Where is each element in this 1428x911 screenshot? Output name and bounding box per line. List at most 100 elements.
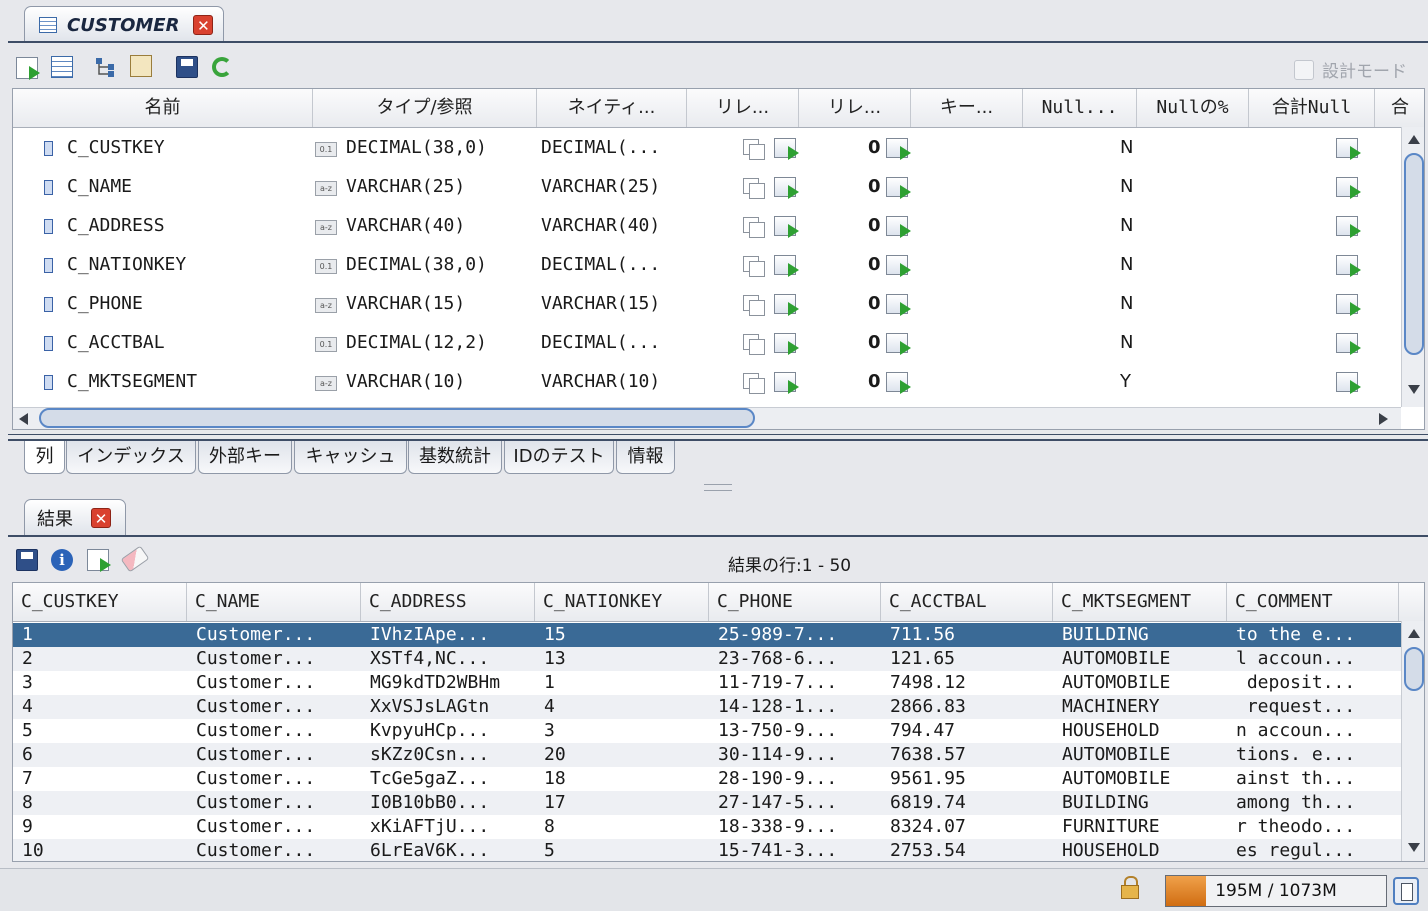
columns-header-0[interactable]: 名前 <box>13 89 313 127</box>
columns-header-9[interactable]: 合 <box>1375 89 1424 127</box>
open-null-stats-icon[interactable] <box>1336 177 1361 199</box>
info-icon[interactable]: i <box>51 549 73 571</box>
columns-header-3[interactable]: リレ... <box>687 89 799 127</box>
column-row[interactable]: C_NATIONKEY 0.1 DECIMAL(38,0) DECIMAL(... 0 N <box>13 248 1401 284</box>
results-row[interactable]: 8 Customer... I0B10bB0... 17 27-147-5... 6819… <box>13 791 1401 815</box>
close-tab-icon[interactable]: ✕ <box>193 15 214 35</box>
columns-scroll-thumb[interactable] <box>1404 153 1424 355</box>
columns-hscroll-thumb[interactable] <box>39 408 755 428</box>
scroll-down-arrow-icon[interactable] <box>1408 385 1420 394</box>
open-null-stats-icon[interactable] <box>1336 216 1361 238</box>
columns-header-5[interactable]: キー... <box>911 89 1023 127</box>
open-relation-icon[interactable] <box>886 216 911 238</box>
column-row[interactable]: C_PHONE a-z VARCHAR(15) VARCHAR(15) 0 N <box>13 287 1401 323</box>
results-vertical-scrollbar[interactable] <box>1401 621 1424 861</box>
copy-icon[interactable] <box>743 334 765 355</box>
properties-icon[interactable] <box>130 55 152 77</box>
results-header-5[interactable]: C_ACCTBAL <box>881 583 1053 621</box>
open-relation-icon[interactable] <box>774 177 799 199</box>
column-row[interactable]: C_NAME a-z VARCHAR(25) VARCHAR(25) 0 N <box>13 170 1401 206</box>
open-null-stats-icon[interactable] <box>1336 255 1361 277</box>
open-null-stats-icon[interactable] <box>1336 372 1361 394</box>
results-header-4[interactable]: C_PHONE <box>709 583 881 621</box>
tab-detail-5[interactable]: IDのテスト <box>504 441 614 474</box>
results-header-7[interactable]: C_COMMENT <box>1227 583 1399 621</box>
columns-header-8[interactable]: 合計Null <box>1249 89 1375 127</box>
design-mode-checkbox[interactable] <box>1294 59 1314 80</box>
open-relation-icon[interactable] <box>886 177 911 199</box>
open-null-stats-icon[interactable] <box>1336 294 1361 316</box>
open-relation-icon[interactable] <box>886 255 911 277</box>
columns-header-6[interactable]: Null... <box>1023 89 1137 127</box>
tab-customer[interactable]: CUSTOMER ✕ <box>24 6 224 43</box>
open-relation-icon[interactable] <box>774 294 799 316</box>
tab-detail-0[interactable]: 列 <box>24 441 65 474</box>
results-row[interactable]: 2 Customer... XSTf4,NC... 13 23-768-6... 121.… <box>13 647 1401 671</box>
results-row[interactable]: 5 Customer... KvpyuHCp... 3 13-750-9... 794.4… <box>13 719 1401 743</box>
results-row[interactable]: 7 Customer... TcGe5gaZ... 18 28-190-9... 9561… <box>13 767 1401 791</box>
scroll-right-arrow-icon[interactable] <box>1379 413 1388 425</box>
open-relation-icon[interactable] <box>774 138 799 160</box>
column-row[interactable]: C_ADDRESS a-z VARCHAR(40) VARCHAR(40) 0 N <box>13 209 1401 245</box>
results-header-1[interactable]: C_NAME <box>187 583 361 621</box>
relations-icon[interactable] <box>94 56 116 78</box>
results-row[interactable]: 6 Customer... sKZz0Csn... 20 30-114-9... 7638… <box>13 743 1401 767</box>
open-relation-icon[interactable] <box>774 216 799 238</box>
design-mode-toggle[interactable]: 設計モード <box>1294 57 1407 82</box>
eraser-icon[interactable] <box>120 545 150 573</box>
close-results-icon[interactable]: ✕ <box>91 508 111 528</box>
open-relation-icon[interactable] <box>886 333 911 355</box>
results-row[interactable]: 1 Customer... IVhzIApe... 15 25-989-7... 711.… <box>13 623 1401 647</box>
open-relation-icon[interactable] <box>774 333 799 355</box>
columns-vertical-scrollbar[interactable] <box>1401 127 1424 407</box>
columns-header-1[interactable]: タイプ/参照 <box>313 89 537 127</box>
scroll-up-arrow-icon[interactable] <box>1408 135 1420 144</box>
open-relation-icon[interactable] <box>886 138 911 160</box>
results-scroll-up-icon[interactable] <box>1408 629 1420 638</box>
scroll-left-arrow-icon[interactable] <box>19 413 28 425</box>
grid-view-icon[interactable] <box>51 56 73 78</box>
copy-icon[interactable] <box>743 217 765 238</box>
add-column-icon[interactable] <box>16 57 40 80</box>
column-row[interactable]: C_ACCTBAL 0.1 DECIMAL(12,2) DECIMAL(... 0 N <box>13 326 1401 362</box>
columns-header-7[interactable]: Nullの% <box>1137 89 1249 127</box>
results-row[interactable]: 4 Customer... XxVSJsLAGtn 4 14-128-1... 2866.… <box>13 695 1401 719</box>
open-relation-icon[interactable] <box>886 294 911 316</box>
open-relation-icon[interactable] <box>774 255 799 277</box>
results-scroll-thumb[interactable] <box>1404 647 1424 691</box>
tab-detail-4[interactable]: 基数統計 <box>408 441 502 474</box>
results-header-3[interactable]: C_NATIONKEY <box>535 583 709 621</box>
tab-detail-1[interactable]: インデックス <box>66 441 196 474</box>
refresh-icon[interactable] <box>212 57 232 77</box>
results-scroll-down-icon[interactable] <box>1408 843 1420 852</box>
save-results-icon[interactable] <box>16 549 38 571</box>
copy-icon[interactable] <box>743 139 765 160</box>
columns-header-4[interactable]: リレ... <box>799 89 911 127</box>
copy-icon[interactable] <box>743 373 765 394</box>
results-header-6[interactable]: C_MKTSEGMENT <box>1053 583 1227 621</box>
results-row[interactable]: 9 Customer... xKiAFTjU... 8 18-338-9... 8324.… <box>13 815 1401 839</box>
open-relation-icon[interactable] <box>774 372 799 394</box>
save-icon[interactable] <box>176 56 198 78</box>
export-icon[interactable] <box>87 549 111 572</box>
columns-horizontal-scrollbar[interactable] <box>13 407 1401 429</box>
copy-icon[interactable] <box>743 178 765 199</box>
copy-icon[interactable] <box>743 256 765 277</box>
open-null-stats-icon[interactable] <box>1336 138 1361 160</box>
open-null-stats-icon[interactable] <box>1336 333 1361 355</box>
tab-detail-6[interactable]: 情報 <box>616 441 675 474</box>
column-row[interactable]: C_MKTSEGMENT a-z VARCHAR(10) VARCHAR(10) 0 Y <box>13 365 1401 401</box>
results-header-0[interactable]: C_CUSTKEY <box>13 583 187 621</box>
open-relation-icon[interactable] <box>886 372 911 394</box>
column-row[interactable]: C_CUSTKEY 0.1 DECIMAL(38,0) DECIMAL(... 0 N <box>13 131 1401 167</box>
results-row[interactable]: 3 Customer... MG9kdTD2WBHm 1 11-719-7... 7498… <box>13 671 1401 695</box>
split-handle[interactable] <box>704 484 732 491</box>
tab-detail-3[interactable]: キャッシュ <box>294 441 407 474</box>
results-row[interactable]: 10 Customer... 6LrEaV6K... 5 15-741-3... 2753… <box>13 839 1401 861</box>
tab-results[interactable]: 結果 ✕ <box>24 499 126 536</box>
tab-detail-2[interactable]: 外部キー <box>198 441 292 474</box>
columns-header-2[interactable]: ネイティ... <box>537 89 687 127</box>
garbage-collect-button[interactable] <box>1393 877 1419 905</box>
results-header-2[interactable]: C_ADDRESS <box>361 583 535 621</box>
copy-icon[interactable] <box>743 295 765 316</box>
